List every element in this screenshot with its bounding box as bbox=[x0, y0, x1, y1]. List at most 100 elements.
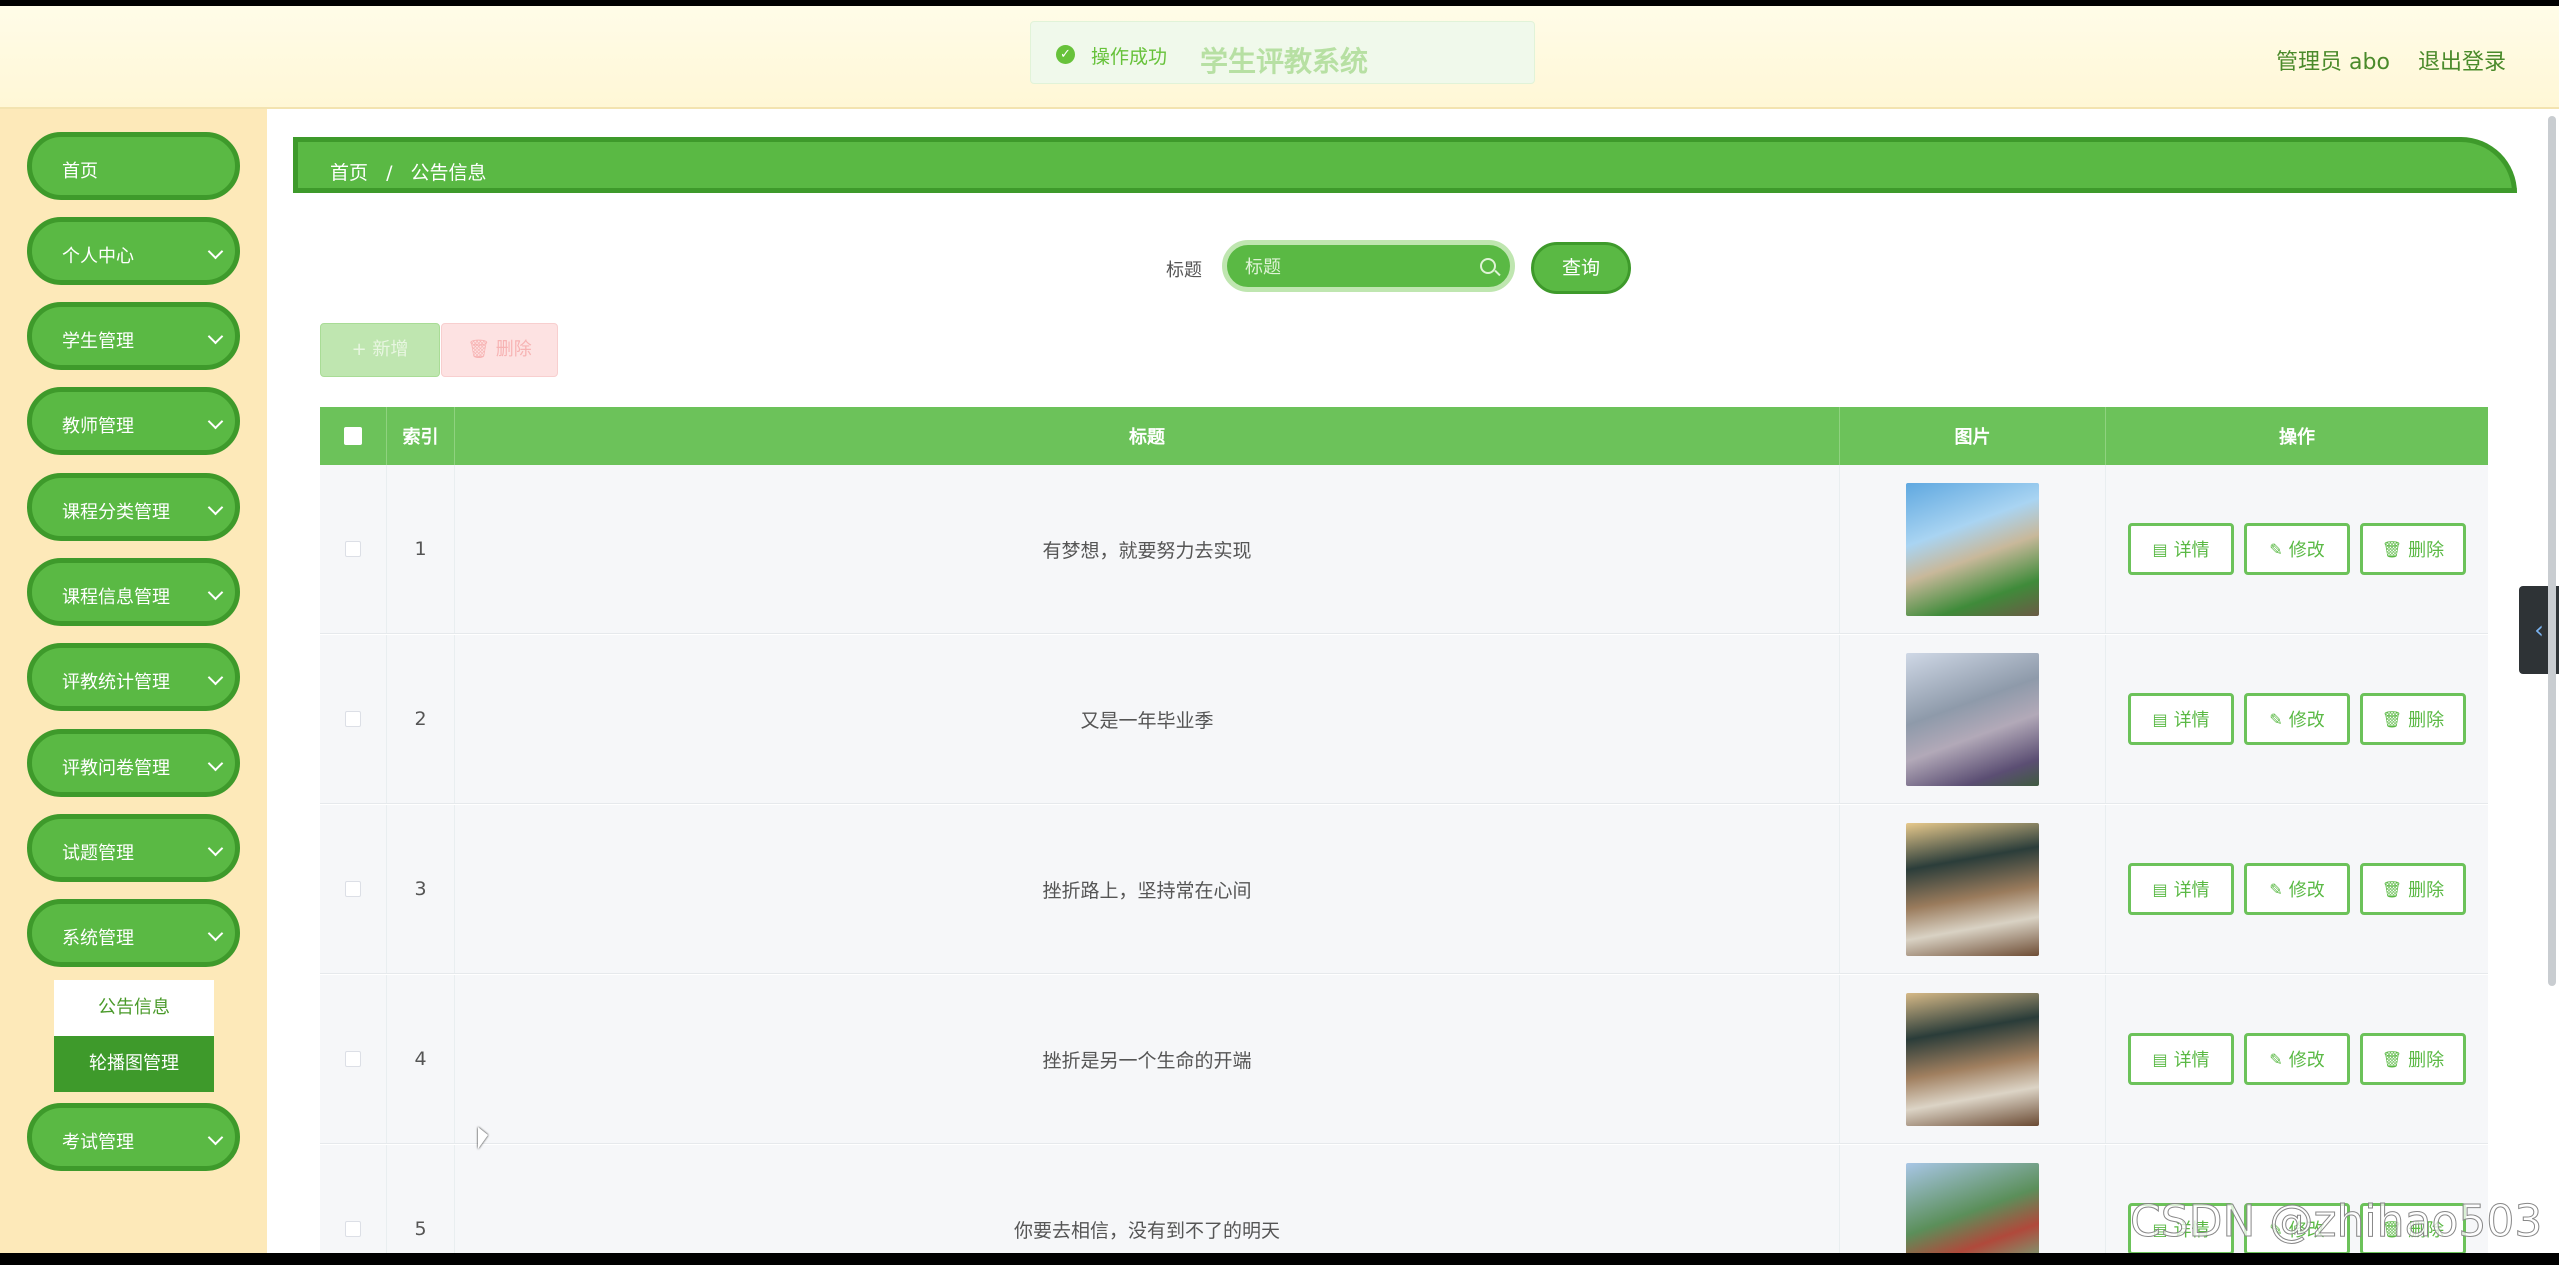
pencil-icon: ✎ bbox=[2269, 879, 2283, 899]
chevron-down-icon bbox=[207, 584, 224, 601]
delete-label: 删除 bbox=[2408, 540, 2445, 561]
row-checkbox[interactable] bbox=[345, 711, 361, 727]
trash-icon: 🗑 bbox=[2381, 539, 2403, 559]
detail-button[interactable]: ▤ 详情 bbox=[2128, 863, 2234, 915]
delete-button[interactable]: 🗑 删除 bbox=[2360, 863, 2466, 915]
table-header: 索引 标题 图片 操作 bbox=[320, 407, 2488, 465]
sidebar-item-label: 学生管理 bbox=[62, 331, 134, 352]
row-actions: ▤ 详情 ✎ 修改 🗑 删除 bbox=[2106, 465, 2488, 633]
edit-label: 修改 bbox=[2288, 880, 2325, 901]
delete-label: 删除 bbox=[2408, 710, 2445, 731]
header-actions: 操作 bbox=[2279, 427, 2315, 448]
watermark: CSDN @zhihao503 bbox=[2129, 1196, 2543, 1248]
delete-button[interactable]: 🗑 删除 bbox=[2360, 523, 2466, 575]
title-search-input[interactable] bbox=[1245, 255, 1465, 279]
chevron-down-icon bbox=[207, 328, 224, 345]
query-button[interactable]: 查询 bbox=[1531, 242, 1631, 294]
delete-button[interactable]: 🗑 删除 bbox=[2360, 1033, 2466, 1085]
sidebar-item-label: 课程分类管理 bbox=[62, 502, 170, 523]
batch-delete-label: 删除 bbox=[495, 339, 532, 360]
row-select-cell bbox=[320, 635, 387, 803]
trash-icon: 🗑 bbox=[2381, 879, 2403, 899]
row-checkbox[interactable] bbox=[345, 541, 361, 557]
row-checkbox[interactable] bbox=[345, 1051, 361, 1067]
notice-thumbnail bbox=[1906, 1162, 2039, 1253]
sidebar-item-course-info[interactable]: 课程信息管理 bbox=[27, 558, 240, 626]
delete-button[interactable]: 🗑 删除 bbox=[2360, 693, 2466, 745]
notice-thumbnail bbox=[1906, 822, 2039, 956]
sidebar-item-course-category[interactable]: 课程分类管理 bbox=[27, 473, 240, 541]
row-checkbox[interactable] bbox=[345, 1221, 361, 1237]
sidebar-item-label: 考试管理 bbox=[62, 1132, 134, 1153]
detail-button[interactable]: ▤ 详情 bbox=[2128, 523, 2234, 575]
table-row: 3 挫折路上，坚持常在心间 ▤ 详情 ✎ 修改 🗑 删除 bbox=[320, 805, 2488, 974]
sidebar-item-home[interactable]: 首页 bbox=[27, 132, 240, 200]
sidebar-item-label: 教师管理 bbox=[62, 416, 134, 437]
document-icon: ▤ bbox=[2152, 879, 2168, 899]
sidebar-item-label: 个人中心 bbox=[62, 246, 134, 267]
batch-delete-button[interactable]: 🗑 删除 bbox=[441, 323, 558, 377]
submenu-carousel[interactable]: 轮播图管理 bbox=[54, 1036, 214, 1092]
sidebar-item-label: 课程信息管理 bbox=[62, 587, 170, 608]
row-image-cell bbox=[1840, 635, 2106, 803]
sidebar-item-evaluation-survey[interactable]: 评教问卷管理 bbox=[27, 729, 240, 797]
chevron-down-icon bbox=[207, 840, 224, 857]
row-checkbox[interactable] bbox=[345, 881, 361, 897]
sidebar-item-exam-management[interactable]: 考试管理 bbox=[27, 1103, 240, 1171]
sidebar-item-evaluation-stats[interactable]: 评教统计管理 bbox=[27, 643, 240, 711]
breadcrumb-separator: / bbox=[386, 162, 393, 184]
delete-label: 删除 bbox=[2408, 880, 2445, 901]
sidebar-item-system-management[interactable]: 系统管理 bbox=[27, 899, 240, 967]
sidebar-item-label: 试题管理 bbox=[62, 843, 134, 864]
detail-label: 详情 bbox=[2173, 710, 2210, 731]
row-title: 又是一年毕业季 bbox=[455, 635, 1840, 803]
sidebar-item-teacher-management[interactable]: 教师管理 bbox=[27, 387, 240, 455]
search-box bbox=[1222, 240, 1515, 292]
header-image: 图片 bbox=[1840, 407, 2106, 465]
pencil-icon: ✎ bbox=[2269, 1049, 2283, 1069]
search-icon bbox=[1480, 258, 1496, 274]
row-title: 你要去相信，没有到不了的明天 bbox=[455, 1145, 1840, 1253]
chevron-down-icon bbox=[207, 413, 224, 430]
sidebar-item-personal-center[interactable]: 个人中心 bbox=[27, 217, 240, 285]
sidebar-item-student-management[interactable]: 学生管理 bbox=[27, 302, 240, 370]
row-title: 有梦想，就要努力去实现 bbox=[455, 465, 1840, 633]
header-title: 标题 bbox=[455, 407, 1840, 465]
table-row: 4 挫折是另一个生命的开端 ▤ 详情 ✎ 修改 🗑 删除 bbox=[320, 975, 2488, 1144]
sidebar-item-question-management[interactable]: 试题管理 bbox=[27, 814, 240, 882]
system-title: 学生评教系统 bbox=[1200, 45, 1369, 78]
sidebar-item-label: 评教统计管理 bbox=[62, 672, 170, 693]
detail-button[interactable]: ▤ 详情 bbox=[2128, 1033, 2234, 1085]
chevron-down-icon bbox=[207, 243, 224, 260]
row-select-cell bbox=[320, 465, 387, 633]
pencil-icon: ✎ bbox=[2269, 539, 2283, 559]
row-title: 挫折路上，坚持常在心间 bbox=[455, 805, 1840, 973]
add-button[interactable]: + 新增 bbox=[320, 323, 440, 377]
chevron-down-icon bbox=[207, 669, 224, 686]
logout-link[interactable]: 退出登录 bbox=[2418, 44, 2506, 76]
row-index: 4 bbox=[387, 975, 455, 1143]
chevron-down-icon bbox=[207, 755, 224, 772]
submenu-notice[interactable]: 公告信息 bbox=[54, 980, 214, 1036]
mouse-cursor-icon bbox=[478, 1127, 488, 1149]
row-select-cell bbox=[320, 1145, 387, 1253]
edit-button[interactable]: ✎ 修改 bbox=[2244, 863, 2350, 915]
app-window: ✓ 操作成功 学生评教系统 管理员 abo 退出登录 首页 个人中心 学生管理 … bbox=[0, 6, 2559, 1253]
edit-button[interactable]: ✎ 修改 bbox=[2244, 523, 2350, 575]
scrollbar[interactable] bbox=[2548, 116, 2556, 986]
edit-button[interactable]: ✎ 修改 bbox=[2244, 1033, 2350, 1085]
breadcrumb: 首页 / 公告信息 bbox=[293, 137, 2517, 193]
row-index: 1 bbox=[387, 465, 455, 633]
row-index: 2 bbox=[387, 635, 455, 803]
row-index: 5 bbox=[387, 1145, 455, 1253]
detail-button[interactable]: ▤ 详情 bbox=[2128, 693, 2234, 745]
chevron-down-icon bbox=[207, 499, 224, 516]
row-actions: ▤ 详情 ✎ 修改 🗑 删除 bbox=[2106, 975, 2488, 1143]
select-all-checkbox[interactable] bbox=[344, 427, 362, 445]
breadcrumb-home[interactable]: 首页 bbox=[330, 162, 368, 184]
chevron-down-icon bbox=[207, 925, 224, 942]
document-icon: ▤ bbox=[2152, 709, 2168, 729]
edit-button[interactable]: ✎ 修改 bbox=[2244, 693, 2350, 745]
check-circle-icon: ✓ bbox=[1056, 45, 1075, 64]
trash-icon: 🗑 bbox=[2381, 1049, 2403, 1069]
